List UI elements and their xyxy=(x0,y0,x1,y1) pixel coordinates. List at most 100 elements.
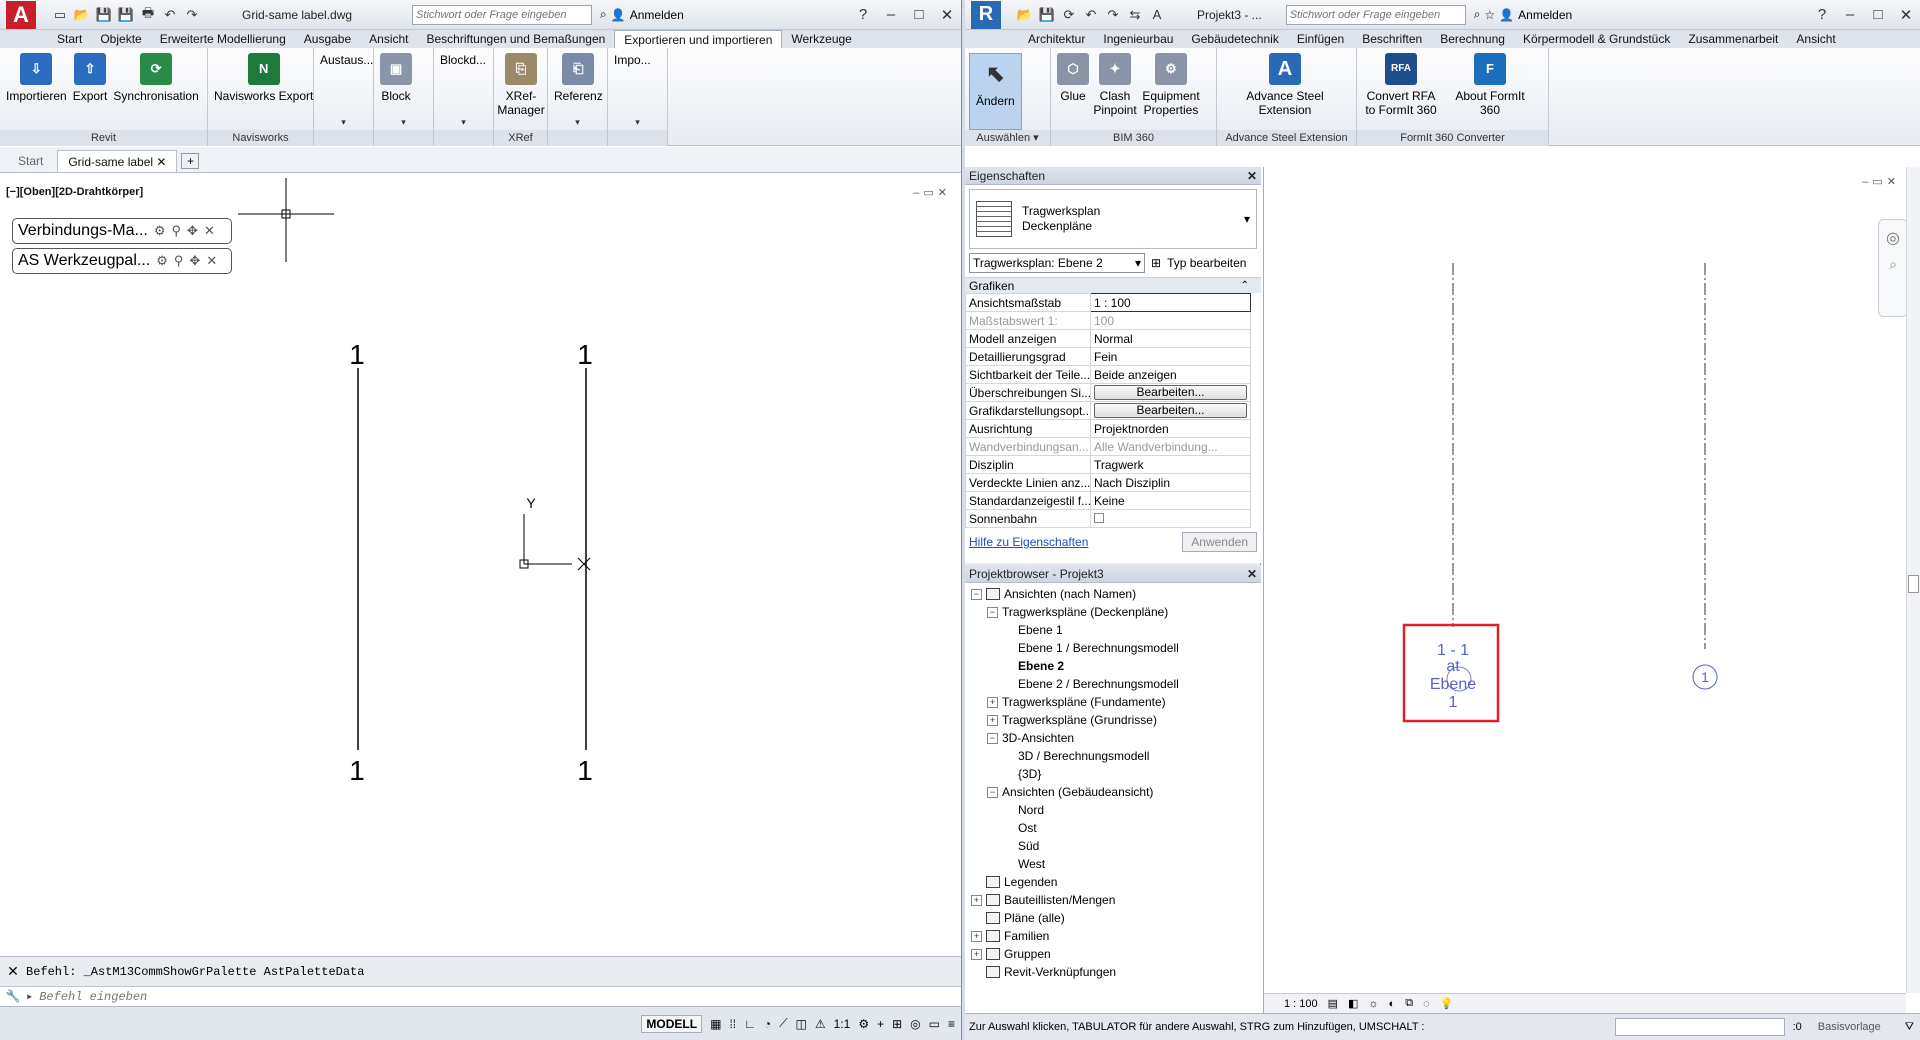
collapse-icon[interactable]: − xyxy=(971,588,982,600)
property-row[interactable]: Wandverbindungsan... Alle Wandverbindung.… xyxy=(965,437,1251,456)
aendern-button[interactable]: ⬉ Ändern xyxy=(969,53,1022,130)
property-row[interactable]: Ausrichtung Projektnorden xyxy=(965,419,1251,438)
acad-signin[interactable]: ⌕ 👤 Anmelden xyxy=(600,7,684,22)
property-row[interactable]: Detaillierungsgrad Fein xyxy=(965,347,1251,366)
filter-icon[interactable]: ⛛ xyxy=(1905,1021,1914,1034)
close-icon[interactable]: ✕ xyxy=(933,3,961,27)
visual-style-icon[interactable]: ◧ xyxy=(1348,997,1358,1010)
tab-exportieren-importieren[interactable]: Exportieren und importieren xyxy=(614,30,783,48)
doc-tab-grid-same-label[interactable]: Grid-same label ✕ xyxy=(57,150,178,172)
text-icon[interactable]: A xyxy=(1147,5,1167,25)
tab-objekte[interactable]: Objekte xyxy=(91,30,150,48)
property-value[interactable] xyxy=(1090,509,1251,528)
chevron-down-icon[interactable]: ▾ xyxy=(461,117,466,128)
browser-node[interactable]: 3D / Berechnungsmodell xyxy=(967,747,1261,765)
browser-node[interactable]: − Ansichten (nach Namen) xyxy=(967,585,1261,603)
group-grafiken[interactable]: Grafiken ⌃ xyxy=(965,277,1261,293)
panel-title-auswaehlen[interactable]: Auswählen ▾ xyxy=(965,130,1050,146)
maximize-icon[interactable]: □ xyxy=(905,3,933,27)
status-workset[interactable]: Basisvorlage xyxy=(1818,1021,1881,1033)
tab-beschriftungen[interactable]: Beschriftungen und Bemaßungen xyxy=(418,30,615,48)
property-row[interactable]: Maßstabswert 1: 100 xyxy=(965,311,1251,330)
close-icon[interactable]: ✕ xyxy=(156,155,166,169)
save-as-icon[interactable]: 💾 xyxy=(116,5,136,25)
tab-einfuegen[interactable]: Einfügen xyxy=(1288,30,1353,48)
collapse-icon[interactable]: − xyxy=(987,786,998,798)
collapse-icon[interactable]: ⌃ xyxy=(1241,278,1261,293)
help-icon[interactable]: ? xyxy=(1808,3,1836,27)
property-value[interactable]: 1 : 100 xyxy=(1090,293,1251,312)
wrench-icon[interactable]: 🔧 xyxy=(0,989,26,1004)
expand-icon[interactable]: + xyxy=(987,714,998,726)
browser-node[interactable]: Nord xyxy=(967,801,1261,819)
tab-beschriften[interactable]: Beschriften xyxy=(1353,30,1431,48)
export-button[interactable]: ⇧ Export xyxy=(71,53,110,130)
austausch-button[interactable]: Austaus... xyxy=(318,53,375,130)
annotation-scale[interactable]: 1:1 xyxy=(834,1017,851,1031)
snap-icon[interactable]: ⁞⁞ xyxy=(729,1017,736,1031)
import-more-button[interactable]: Impo... xyxy=(612,53,653,130)
acad-drawing-canvas[interactable]: [−][Oben][2D-Drahtkörper] –▭✕ Verbindung… xyxy=(0,174,961,956)
open-icon[interactable]: 📂 xyxy=(1015,5,1035,25)
ortho-icon[interactable]: ∟ xyxy=(744,1017,756,1031)
property-value[interactable]: Nach Disziplin xyxy=(1090,473,1251,492)
detail-level-icon[interactable]: ▤ xyxy=(1328,997,1338,1010)
tab-ingenieurbau[interactable]: Ingenieurbau xyxy=(1094,30,1182,48)
minimize-icon[interactable]: – xyxy=(1836,3,1864,27)
property-row[interactable]: Grafikdarstellungsopt... Bearbeiten... xyxy=(965,401,1251,420)
scroll-thumb[interactable] xyxy=(1908,575,1919,593)
property-row[interactable]: Verdeckte Linien anz... Nach Disziplin xyxy=(965,473,1251,492)
advance-steel-button[interactable]: A Advance Steel Extension xyxy=(1221,53,1349,130)
clash-pinpoint-button[interactable]: ✦ Clash Pinpoint xyxy=(1093,53,1137,130)
importieren-button[interactable]: ⇩ Importieren xyxy=(4,53,69,130)
block-button[interactable]: ▣ Block xyxy=(378,53,414,130)
undo-icon[interactable]: ↶ xyxy=(160,5,180,25)
tab-architektur[interactable]: Architektur xyxy=(1019,30,1094,48)
tab-zusammenarbeit[interactable]: Zusammenarbeit xyxy=(1679,30,1787,48)
property-value[interactable]: Tragwerk xyxy=(1090,455,1251,474)
tab-berechnung[interactable]: Berechnung xyxy=(1431,30,1514,48)
convert-rfa-button[interactable]: RFA Convert RFA to FormIt 360 xyxy=(1361,53,1441,130)
menu-icon[interactable]: ≡ xyxy=(948,1017,955,1031)
property-value[interactable]: Fein xyxy=(1090,347,1251,366)
close-icon[interactable]: ✕ xyxy=(1243,167,1261,184)
save-icon[interactable]: 💾 xyxy=(1037,5,1057,25)
property-row[interactable]: Überschreibungen Si... Bearbeiten... xyxy=(965,383,1251,402)
property-value[interactable]: Normal xyxy=(1090,329,1251,348)
tab-start[interactable]: Start xyxy=(48,30,91,48)
gear-icon[interactable]: ⚙ xyxy=(858,1017,869,1031)
property-value[interactable]: Bearbeiten... xyxy=(1090,383,1251,402)
fullscreen-icon[interactable]: ▭ xyxy=(929,1017,940,1031)
vertical-scrollbar[interactable] xyxy=(1906,167,1920,993)
property-row[interactable]: Ansichtsmaßstab 1 : 100 xyxy=(965,293,1251,312)
browser-node[interactable]: Revit-Verknüpfungen xyxy=(967,963,1261,981)
edit-type-icon[interactable]: ⊞ xyxy=(1151,256,1161,270)
open-icon[interactable]: 📂 xyxy=(72,5,92,25)
grid-display-icon[interactable]: ▦ xyxy=(710,1017,721,1031)
browser-node[interactable]: Ost xyxy=(967,819,1261,837)
plus-icon[interactable]: + xyxy=(877,1017,884,1031)
expand-icon[interactable]: + xyxy=(971,894,982,906)
property-row[interactable]: Sonnenbahn xyxy=(965,509,1251,528)
type-selector[interactable]: Tragwerksplan Deckenpläne ▾ xyxy=(969,189,1257,249)
chevron-down-icon[interactable]: ▾ xyxy=(341,117,346,128)
browser-node[interactable]: West xyxy=(967,855,1261,873)
property-value[interactable]: Bearbeiten... xyxy=(1090,401,1251,420)
browser-node[interactable]: Legenden xyxy=(967,873,1261,891)
annotation-icon[interactable]: ⚠ xyxy=(815,1017,826,1031)
instance-select[interactable]: Tragwerksplan: Ebene 2 xyxy=(969,253,1145,273)
property-value[interactable]: Projektnorden xyxy=(1090,419,1251,438)
xref-manager-button[interactable]: ⎘ XRef-Manager xyxy=(497,53,545,130)
property-row[interactable]: Modell anzeigen Normal xyxy=(965,329,1251,348)
osnap-icon[interactable]: ◫ xyxy=(796,1017,807,1031)
close-icon[interactable]: ✕ xyxy=(1892,3,1920,27)
isolate-icon[interactable]: ◎ xyxy=(910,1017,920,1031)
isodraft-icon[interactable]: ⟋ xyxy=(779,1016,787,1031)
chevron-down-icon[interactable]: ▾ xyxy=(635,117,640,128)
collapse-icon[interactable]: − xyxy=(987,606,998,618)
print-icon[interactable]: 🖶 xyxy=(138,5,158,25)
revit-search-input[interactable] xyxy=(1285,4,1466,25)
synchronisation-button[interactable]: ⟳ Synchronisation xyxy=(111,53,200,130)
expand-icon[interactable]: + xyxy=(971,930,982,942)
browser-node[interactable]: Ebene 2 / Berechnungsmodell xyxy=(967,675,1261,693)
